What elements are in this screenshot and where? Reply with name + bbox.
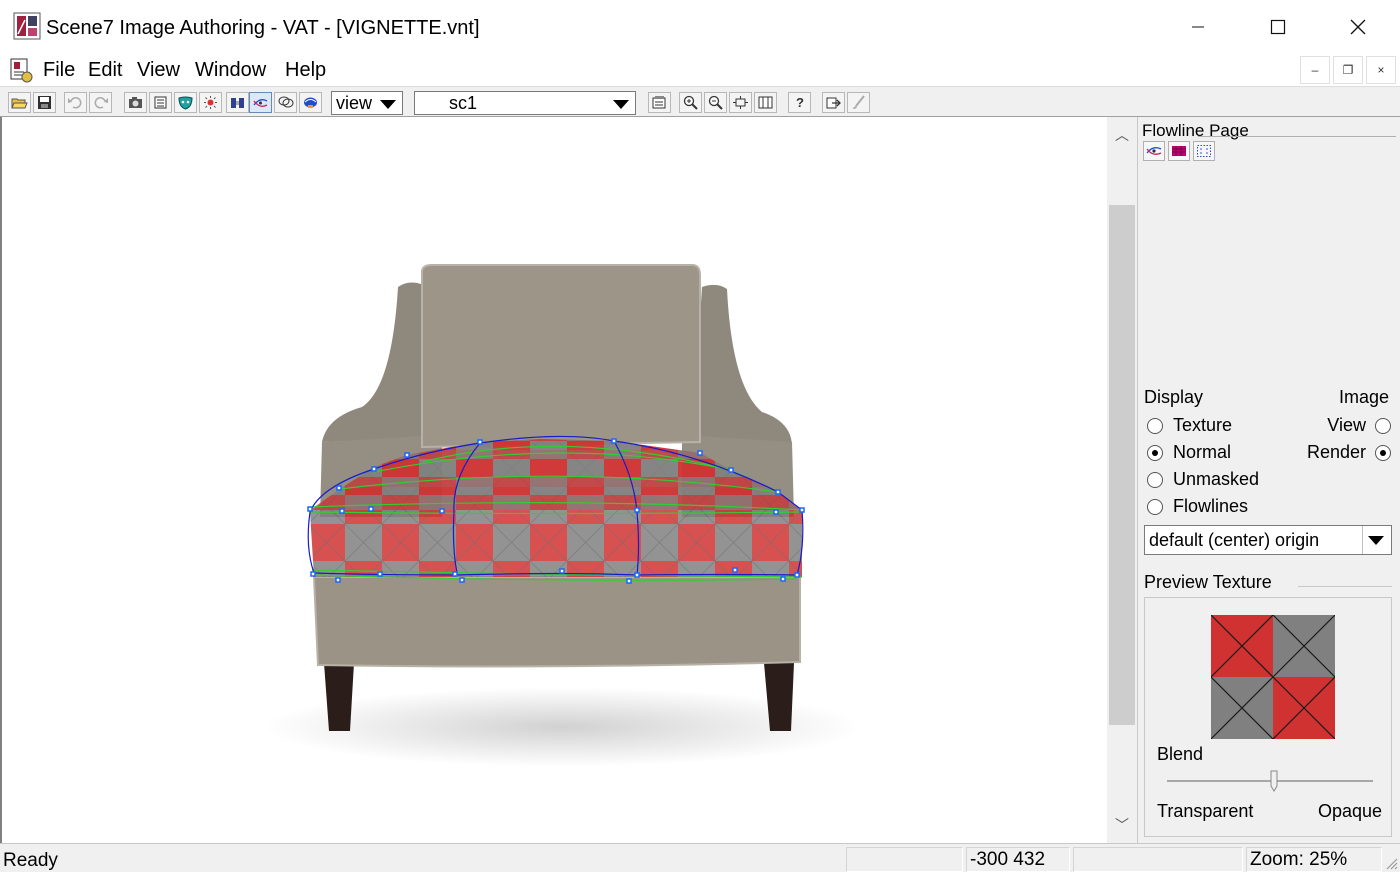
- flowline-panel: Flowline Page Display Image Texture Norm…: [1137, 117, 1400, 843]
- grid-points-icon[interactable]: [1193, 141, 1215, 161]
- open-icon[interactable]: [8, 92, 31, 113]
- scene-select-value: sc1: [449, 93, 478, 113]
- radio-normal[interactable]: [1147, 445, 1163, 461]
- display-group-label: Display: [1144, 387, 1204, 407]
- preview-texture-box: Blend Transparent Opaque: [1144, 597, 1392, 837]
- select-divider: [1362, 526, 1363, 554]
- status-bar: Ready -300 432 Zoom: 25%: [0, 843, 1400, 872]
- app-icon[interactable]: [13, 12, 41, 40]
- blend-slider-thumb[interactable]: [1270, 770, 1278, 792]
- chevron-down-icon: [613, 100, 629, 109]
- image-group-label: Image: [1339, 387, 1390, 407]
- menu-view[interactable]: View: [137, 57, 180, 83]
- minimize-button[interactable]: [1158, 0, 1238, 54]
- menu-window[interactable]: Window: [195, 57, 266, 83]
- blend-max-label: Opaque: [1317, 801, 1382, 821]
- menu-bar: File Edit View Window Help: [0, 54, 1400, 86]
- status-coordinates: -300 432: [966, 847, 1070, 872]
- texture-preview-image: [1211, 615, 1335, 739]
- resize-grip-icon[interactable]: [1384, 856, 1398, 870]
- panel-title-divider: [1198, 136, 1396, 137]
- status-pane-empty: [846, 847, 963, 872]
- radio-unmasked[interactable]: [1147, 472, 1163, 488]
- lasso-icon[interactable]: [274, 92, 297, 113]
- origin-select[interactable]: default (center) origin: [1144, 525, 1392, 555]
- camera-icon[interactable]: [124, 92, 147, 113]
- status-pane-blank: [1073, 847, 1243, 872]
- material-icon[interactable]: [226, 92, 249, 113]
- render-icon[interactable]: [299, 92, 322, 113]
- chair-leg-left: [324, 663, 354, 731]
- radio-normal-label[interactable]: Normal: [1173, 441, 1231, 463]
- properties-icon[interactable]: [648, 92, 671, 113]
- texture-tool-icon[interactable]: [1168, 141, 1190, 161]
- chevron-down-icon: [1368, 536, 1384, 545]
- light-icon[interactable]: [199, 92, 222, 113]
- vertical-scrollbar[interactable]: ︿ ﹀: [1107, 117, 1137, 843]
- layers-icon[interactable]: [149, 92, 172, 113]
- flowline-icon[interactable]: [249, 92, 272, 113]
- toolbar: view sc1 ?: [0, 86, 1400, 117]
- fit-icon[interactable]: [729, 92, 752, 113]
- scroll-down-icon[interactable]: ﹀: [1114, 817, 1130, 833]
- split-view-icon[interactable]: [754, 92, 777, 113]
- menu-file[interactable]: File: [43, 57, 75, 83]
- zoom-out-icon[interactable]: [704, 92, 727, 113]
- blend-label: Blend: [1157, 744, 1204, 764]
- scrollbar-thumb[interactable]: [1109, 205, 1135, 725]
- menu-help[interactable]: Help: [285, 57, 326, 83]
- chevron-down-icon: [380, 100, 396, 109]
- radio-flowlines[interactable]: [1147, 499, 1163, 515]
- chair-base: [312, 576, 801, 668]
- title-bar: Scene7 Image Authoring - VAT - [VIGNETTE…: [0, 0, 1400, 54]
- window-title: Scene7 Image Authoring - VAT - [VIGNETTE…: [46, 17, 480, 39]
- mode-select[interactable]: view: [331, 91, 403, 115]
- mdi-restore-button[interactable]: ❐: [1333, 56, 1363, 84]
- menu-edit[interactable]: Edit: [88, 57, 122, 83]
- radio-unmasked-label[interactable]: Unmasked: [1173, 468, 1259, 490]
- radio-texture-label[interactable]: Texture: [1173, 414, 1232, 436]
- export-icon[interactable]: [822, 92, 845, 113]
- radio-flowlines-label[interactable]: Flowlines: [1173, 495, 1248, 517]
- mdi-close-button[interactable]: ×: [1366, 56, 1396, 84]
- close-button[interactable]: [1318, 0, 1398, 54]
- radio-render[interactable]: [1375, 445, 1391, 461]
- zoom-in-icon[interactable]: [679, 92, 702, 113]
- image-canvas[interactable]: [0, 117, 1107, 843]
- status-message: Ready: [3, 850, 58, 871]
- chair-arm-right: [692, 284, 792, 447]
- save-icon[interactable]: [33, 92, 56, 113]
- radio-texture[interactable]: [1147, 418, 1163, 434]
- mdi-minimize-button[interactable]: –: [1300, 56, 1330, 84]
- radio-render-label[interactable]: Render: [1307, 441, 1366, 463]
- maximize-button[interactable]: [1238, 0, 1318, 54]
- scroll-up-icon[interactable]: ︿: [1114, 127, 1130, 143]
- status-zoom: Zoom: 25%: [1246, 847, 1382, 872]
- preview-divider: [1298, 586, 1392, 587]
- radio-view-label[interactable]: View: [1327, 414, 1366, 436]
- preview-texture-label: Preview Texture: [1144, 572, 1272, 592]
- document-icon[interactable]: [8, 57, 34, 83]
- mode-select-value: view: [336, 93, 373, 113]
- vignette-image[interactable]: [2, 117, 1107, 843]
- chair-back-cushion: [421, 264, 701, 449]
- panel-title: Flowline Page: [1142, 121, 1249, 140]
- undo-icon[interactable]: [64, 92, 87, 113]
- radio-view[interactable]: [1375, 418, 1391, 434]
- redo-icon[interactable]: [89, 92, 112, 113]
- scene-select[interactable]: sc1: [414, 91, 636, 115]
- flowline-tool-icon[interactable]: [1143, 141, 1165, 161]
- svg-text:?: ?: [796, 95, 804, 110]
- brush-icon[interactable]: [847, 92, 870, 113]
- blend-min-label: Transparent: [1157, 801, 1254, 821]
- mask-icon[interactable]: [174, 92, 197, 113]
- origin-select-value: default (center) origin: [1149, 530, 1320, 550]
- help-icon[interactable]: ?: [788, 92, 811, 113]
